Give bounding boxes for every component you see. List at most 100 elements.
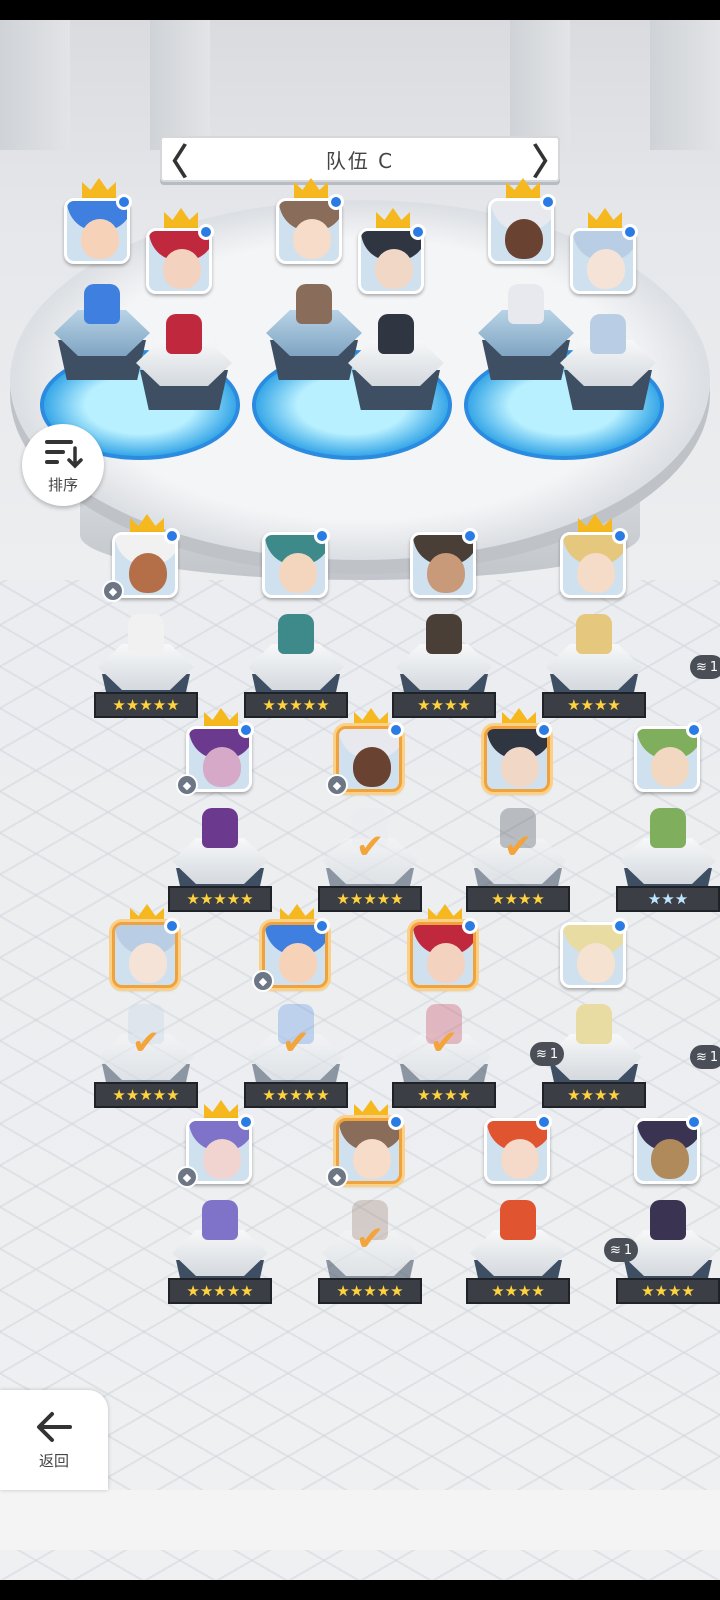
chevron-right-icon: 〉 [532,142,569,183]
hero-face [501,747,539,787]
status-dot-icon [612,528,628,544]
status-dot-icon [164,918,180,934]
game-stage: 队伍 C 〈 〉 排序 ★★★★★ ◆ ★★★★★ ★★★★ ★★★★ ★★★★★ ◆ ✔ ★★… [0,20,720,1580]
status-dot-icon [410,224,426,240]
check-icon: ✔ [503,827,533,867]
star-rating: ★★★★★ [168,1278,272,1304]
arena-pillar [510,20,570,150]
cube-icon: ◆ [176,774,198,796]
hero-face [163,249,201,289]
hero-sprite [590,314,626,354]
hero-sprite [576,614,612,654]
hero-face [81,219,119,259]
status-dot-icon [462,918,478,934]
duplicate-count-badge: ≋ 1 [530,1042,565,1066]
sort-icon [45,439,83,468]
crown-icon [354,1100,388,1120]
chevron-left-icon: 〈 [152,142,189,183]
bottom-bar [0,1490,720,1550]
arena-pillar [650,20,720,150]
stack-icon: ≋ [610,1242,621,1258]
hero-face [279,943,317,983]
crown-icon [204,1100,238,1120]
hero-face [577,943,615,983]
hero-sprite [202,808,238,848]
hero-face [501,1139,539,1179]
crown-icon [502,708,536,728]
status-dot-icon [328,194,344,210]
arena-pillar [0,20,70,150]
status-dot-icon [164,528,180,544]
cube-icon: ◆ [102,580,124,602]
back-label: 返回 [38,1451,69,1470]
status-dot-icon [622,224,638,240]
hero-face [203,1139,241,1179]
duplicate-count: 1 [623,1242,633,1258]
status-dot-icon [238,1114,254,1130]
team-pedestal[interactable] [136,314,232,412]
status-dot-icon [536,722,552,738]
hero-sprite [426,614,462,654]
status-dot-icon [198,224,214,240]
status-dot-icon [686,722,702,738]
star-rating: ★★★★★ [318,886,422,912]
back-button[interactable]: 返回 [0,1390,108,1490]
duplicate-count-badge: ≋ 1 [690,655,720,679]
status-dot-icon [540,194,556,210]
hero-face [293,219,331,259]
hero-face [279,553,317,593]
sort-button[interactable]: 排序 [22,424,104,506]
star-rating: ★★★★ [392,1082,496,1108]
status-dot-icon [314,918,330,934]
prev-team-button[interactable]: 〈 [152,132,188,186]
cube-icon: ◆ [326,1166,348,1188]
cube-icon: ◆ [176,1166,198,1188]
hero-face [651,1139,689,1179]
hero-sprite [508,284,544,324]
star-rating: ★★★★ [616,1278,720,1304]
hero-sprite [84,284,120,324]
star-rating: ★★★★★ [318,1278,422,1304]
star-rating: ★★★★ [542,1082,646,1108]
crown-icon [354,708,388,728]
status-dot-icon [612,918,628,934]
team-pedestal[interactable] [348,314,444,412]
status-dot-icon [116,194,132,210]
hero-sprite [128,614,164,654]
crown-icon [280,904,314,924]
crown-icon [204,708,238,728]
status-dot-icon [686,1114,702,1130]
hero-face [427,553,465,593]
hero-face [577,553,615,593]
hero-sprite [296,284,332,324]
check-icon: ✔ [355,827,385,867]
hero-face [129,943,167,983]
hero-sprite [650,1200,686,1240]
next-team-button[interactable]: 〉 [532,132,568,186]
hero-face [203,747,241,787]
arena-pillar [150,20,210,150]
star-rating: ★★★★★ [244,692,348,718]
team-title: 队伍 C [325,148,395,173]
hero-face [505,219,543,259]
hero-face [353,1139,391,1179]
stack-icon: ≋ [696,1049,707,1065]
stack-icon: ≋ [536,1046,547,1062]
star-rating: ★★★★ [466,1278,570,1304]
star-rating: ★★★★ [392,692,496,718]
star-rating: ★★★ [616,886,720,912]
hero-face [427,943,465,983]
hero-sprite [166,314,202,354]
arrow-left-icon [37,1411,72,1442]
star-rating: ★★★★ [542,692,646,718]
sort-label: 排序 [47,475,78,494]
hero-face [651,747,689,787]
star-rating: ★★★★★ [94,1082,198,1108]
hero-face [375,249,413,289]
status-dot-icon [238,722,254,738]
check-icon: ✔ [429,1023,459,1063]
hero-sprite [650,808,686,848]
star-rating: ★★★★ [466,886,570,912]
team-pedestal[interactable] [560,314,656,412]
cube-icon: ◆ [252,970,274,992]
